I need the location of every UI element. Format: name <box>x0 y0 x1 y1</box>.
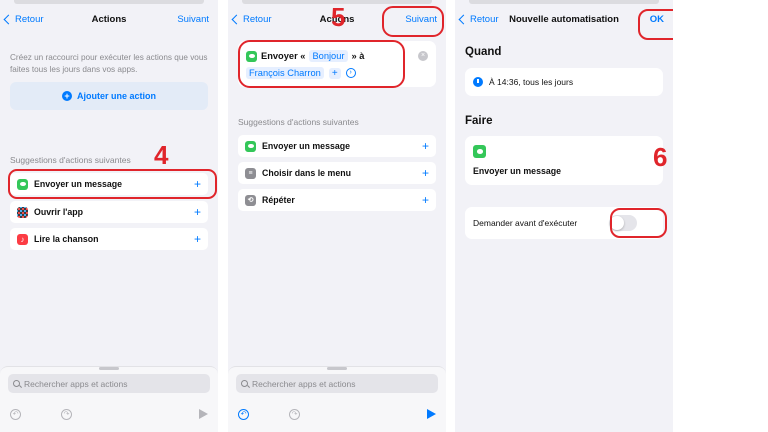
ask-label: Demander avant d'exécuter <box>473 218 578 228</box>
status-strip <box>469 0 659 4</box>
play-icon[interactable] <box>427 409 436 419</box>
music-icon: ♪ <box>17 233 28 245</box>
highlight-ring <box>8 169 217 199</box>
status-strip <box>14 0 204 4</box>
messages-icon <box>473 145 486 158</box>
add-action-button[interactable]: + Ajouter une action <box>10 82 208 110</box>
bottom-sheet: Rechercher apps et actions ↶ ↷ <box>0 366 218 432</box>
toolbar: ↶ ↷ <box>238 407 436 421</box>
highlight-ring <box>638 9 673 40</box>
search-input[interactable]: Rechercher apps et actions <box>236 374 438 393</box>
remove-action-icon[interactable]: × <box>418 51 428 61</box>
search-input[interactable]: Rechercher apps et actions <box>8 374 210 393</box>
action-label: Envoyer un message <box>473 166 562 176</box>
play-icon[interactable] <box>199 409 208 419</box>
suggestion-label: Choisir dans le menu <box>262 168 351 178</box>
add-action-label: Ajouter une action <box>76 91 156 101</box>
highlight-ring <box>238 40 405 88</box>
menu-icon: ≡ <box>245 167 256 179</box>
step-number: 5 <box>331 2 346 32</box>
action-panel[interactable]: Envoyer un message <box>465 136 663 185</box>
suggestion-label: Ouvrir l'app <box>34 207 84 217</box>
suggestion-label: Lire la chanson <box>34 234 99 244</box>
add-icon[interactable]: + <box>194 205 201 219</box>
add-icon[interactable]: + <box>422 193 429 207</box>
search-icon <box>241 380 248 387</box>
undo-icon[interactable]: ↶ <box>10 408 21 420</box>
do-heading: Faire <box>465 115 493 127</box>
suggestions-label: Suggestions d'actions suivantes <box>10 155 131 165</box>
repeat-icon: ⟲ <box>245 194 256 206</box>
messages-icon <box>245 140 256 152</box>
suggestion-play-song[interactable]: ♪ Lire la chanson + <box>10 228 208 250</box>
search-icon <box>13 380 20 387</box>
nav-bar: Retour Actions Suivant <box>0 10 218 32</box>
suggestions-label: Suggestions d'actions suivantes <box>238 117 359 127</box>
trigger-value: À 14:36, tous les jours <box>489 77 574 87</box>
when-heading: Quand <box>465 46 502 58</box>
add-icon[interactable]: + <box>422 166 429 180</box>
highlight-ring <box>382 6 444 37</box>
app-grid-icon <box>17 206 28 218</box>
bottom-sheet: Rechercher apps et actions ↶ ↷ <box>228 366 446 432</box>
step-number: 6 <box>653 142 668 172</box>
suggestion-repeat[interactable]: ⟲ Répéter + <box>238 189 436 211</box>
add-icon[interactable]: + <box>422 139 429 153</box>
phone-screen-actions: Retour Actions Suivant Créez un raccourc… <box>0 0 218 432</box>
search-placeholder: Rechercher apps et actions <box>24 378 128 389</box>
toolbar: ↶ ↷ <box>10 407 208 421</box>
redo-icon[interactable]: ↷ <box>289 408 300 420</box>
trigger-row[interactable]: À 14:36, tous les jours <box>465 68 663 96</box>
redo-icon[interactable]: ↷ <box>61 408 72 420</box>
add-icon[interactable]: + <box>194 232 201 246</box>
empty-hint: Créez un raccourci pour exécuter les act… <box>10 53 208 74</box>
suggestion-choose-menu[interactable]: ≡ Choisir dans le menu + <box>238 162 436 184</box>
tutorial-composite: Retour Actions Suivant Créez un raccourc… <box>0 0 768 432</box>
phone-screen-actions-configured: Retour Actions Suivant Envoyer « Bonjour… <box>228 0 446 432</box>
clock-icon <box>473 77 483 87</box>
sheet-grabber[interactable] <box>99 367 119 370</box>
sheet-grabber[interactable] <box>327 367 347 370</box>
next-button[interactable]: Suivant <box>177 14 209 25</box>
search-placeholder: Rechercher apps et actions <box>252 378 356 389</box>
suggestion-label: Envoyer un message <box>262 141 351 151</box>
undo-icon[interactable]: ↶ <box>238 408 249 420</box>
suggestion-label: Répéter <box>262 195 295 205</box>
plus-circle-icon: + <box>61 91 72 101</box>
highlight-ring <box>610 208 667 238</box>
suggestion-send-message[interactable]: Envoyer un message + <box>238 135 436 157</box>
suggestion-open-app[interactable]: Ouvrir l'app + <box>10 201 208 223</box>
step-number: 4 <box>154 140 169 170</box>
phone-screen-new-automation: Retour Nouvelle automatisation OK Quand … <box>455 0 673 432</box>
